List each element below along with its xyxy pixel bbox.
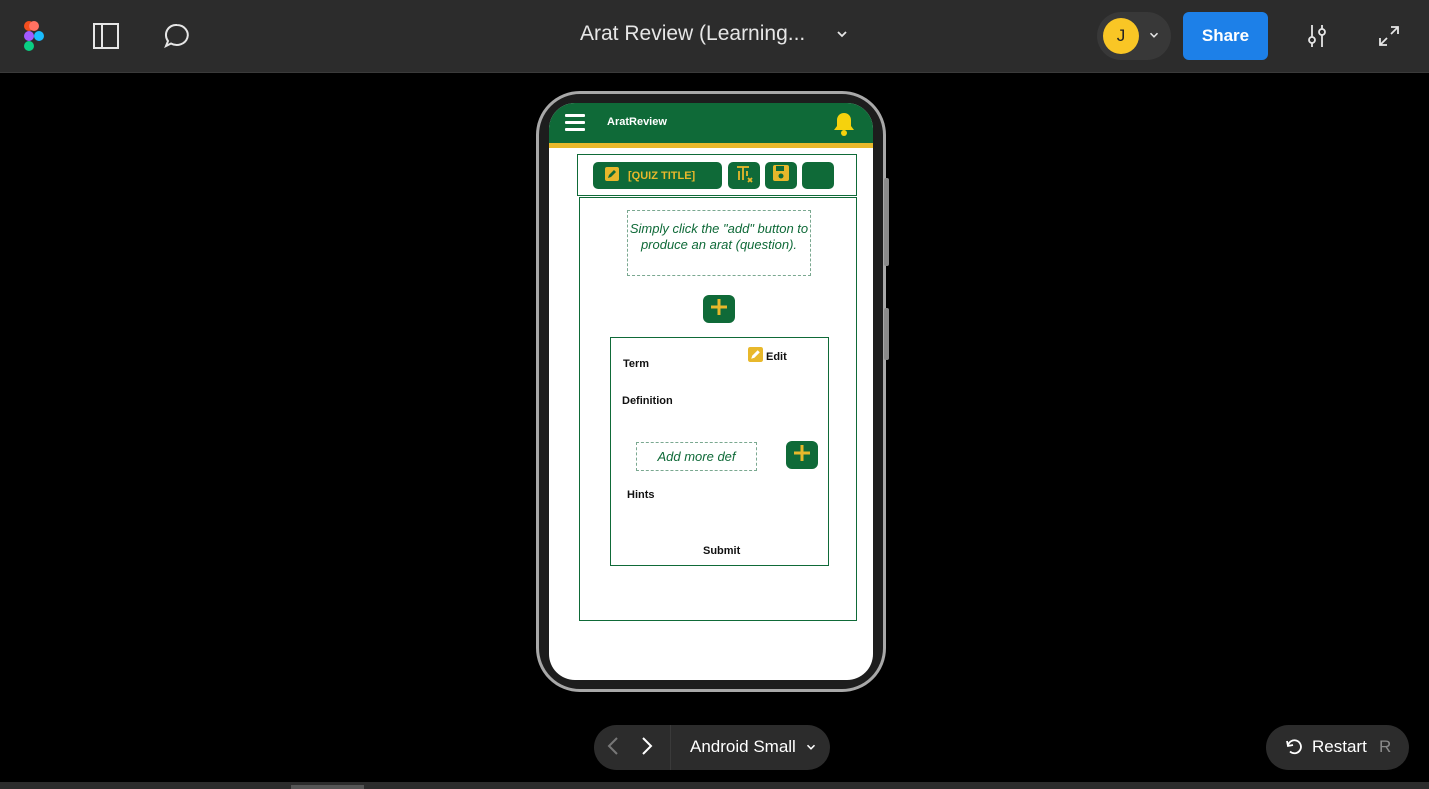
- prototype-nav: Android Small: [594, 725, 830, 770]
- pencil-icon: [605, 167, 619, 184]
- user-menu[interactable]: J: [1097, 12, 1171, 60]
- add-question-button[interactable]: [703, 295, 735, 323]
- instruction-text: Simply click the "add" button to produce…: [627, 210, 811, 276]
- quiz-content-area: Simply click the "add" button to produce…: [579, 197, 857, 621]
- delete-table-icon: [734, 163, 754, 188]
- chevron-down-icon[interactable]: [834, 26, 850, 47]
- chevron-down-icon[interactable]: [1147, 28, 1161, 47]
- hints-label: Hints: [627, 489, 655, 501]
- divider: [670, 725, 671, 770]
- previous-frame-button[interactable]: [598, 733, 628, 763]
- save-icon: [772, 164, 790, 187]
- prototype-screen: AratReview [QUIZ TITLE] Simply click the…: [549, 103, 873, 680]
- restart-shortcut: R: [1379, 737, 1392, 756]
- restart-label: Restart: [1312, 737, 1367, 756]
- bell-icon[interactable]: [832, 111, 856, 142]
- plus-icon: [709, 297, 729, 322]
- app-header: AratReview: [549, 103, 873, 148]
- bottom-scrollbar: [0, 782, 1429, 789]
- save-button[interactable]: [765, 162, 797, 189]
- quiz-toolbar: [QUIZ TITLE]: [577, 154, 857, 196]
- hamburger-menu-icon[interactable]: [564, 113, 586, 138]
- device-side-button: [884, 308, 889, 360]
- add-definition-button[interactable]: [786, 441, 818, 469]
- plus-icon: [792, 443, 812, 468]
- device-side-button: [884, 178, 889, 266]
- next-frame-button[interactable]: [632, 733, 662, 763]
- avatar[interactable]: J: [1103, 18, 1139, 54]
- comment-icon[interactable]: [159, 18, 195, 54]
- scrollbar-thumb[interactable]: [291, 785, 364, 789]
- sidebar-toggle-icon[interactable]: [88, 18, 124, 54]
- device-selector[interactable]: Android Small: [690, 737, 796, 757]
- expand-icon[interactable]: [1371, 18, 1407, 54]
- quiz-title-label: [QUIZ TITLE]: [628, 169, 696, 182]
- chevron-right-icon: [639, 736, 655, 761]
- more-button[interactable]: [802, 162, 834, 189]
- question-card: Edit Term Definition Add more def Hints …: [610, 337, 829, 566]
- top-toolbar: Arat Review (Learning... J Share: [0, 0, 1429, 73]
- quiz-title-button[interactable]: [QUIZ TITLE]: [593, 162, 722, 189]
- restart-icon: [1284, 737, 1304, 762]
- chevron-down-icon[interactable]: [804, 740, 818, 759]
- app-name: AratReview: [607, 116, 667, 128]
- edit-label: Edit: [766, 351, 787, 363]
- pencil-icon: [748, 347, 763, 367]
- settings-sliders-icon[interactable]: [1299, 18, 1335, 54]
- file-title[interactable]: Arat Review (Learning...: [580, 22, 805, 46]
- submit-button[interactable]: Submit: [703, 545, 740, 557]
- chevron-left-icon: [605, 736, 621, 761]
- term-label: Term: [623, 358, 650, 370]
- share-button[interactable]: Share: [1183, 12, 1268, 60]
- edit-button[interactable]: Edit: [748, 347, 787, 367]
- figma-logo-icon[interactable]: [16, 18, 52, 54]
- add-more-def-field[interactable]: Add more def: [636, 442, 757, 471]
- definition-label: Definition: [622, 395, 673, 407]
- restart-button[interactable]: Restart R: [1266, 725, 1409, 770]
- clear-all-button[interactable]: [728, 162, 760, 189]
